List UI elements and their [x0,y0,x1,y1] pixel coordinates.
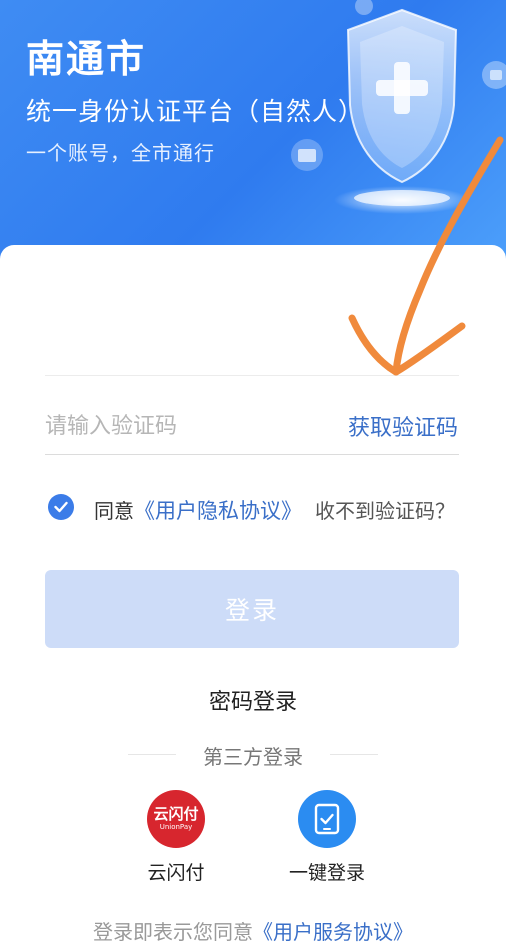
footer-prefix: 登录即表示您同意 [93,920,253,944]
one-click-login-label: 一键登录 [288,862,365,884]
check-icon [54,501,68,513]
input-underline [45,454,459,455]
id-card-icon [291,139,323,171]
verification-code-input[interactable] [45,404,315,448]
phone-check-icon [298,790,356,848]
one-click-login-option[interactable]: 一键登录 [272,790,382,885]
header-banner: 南通市 统一身份认证平台（自然人） 一个账号，全市通行 [0,0,506,270]
divider [45,375,459,376]
agreement-text: 同意《用户隐私协议》 [94,495,302,525]
platform-title: 统一身份认证平台（自然人） [26,97,365,126]
no-code-link[interactable]: 收不到验证码？ [315,495,455,524]
shield-illustration [330,0,506,230]
phone-icon [314,803,340,835]
service-agreement-link[interactable]: 《用户服务协议》 [253,920,413,944]
third-party-title: 第三方登录 [203,745,303,769]
unionpay-icon: 云闪付 UnionPay [147,790,205,848]
shield-icon [334,0,506,214]
password-login-link[interactable]: 密码登录 [0,684,506,716]
unionpay-logo-sub: UnionPay [159,823,193,831]
get-code-button[interactable]: 获取验证码 [348,410,458,442]
login-button[interactable]: 登录 [45,570,459,648]
unionpay-logo-text: 云闪付 [153,805,199,823]
unionpay-login-option[interactable]: 云闪付 UnionPay 云闪付 [121,790,231,885]
city-title: 南通市 [26,37,147,81]
slogan: 一个账号，全市通行 [26,141,215,165]
agree-prefix: 同意 [94,499,134,523]
agree-checkbox[interactable] [48,494,74,520]
terms-footer: 登录即表示您同意《用户服务协议》 [0,916,506,945]
privacy-agreement-link[interactable]: 《用户隐私协议》 [134,499,302,523]
unionpay-label: 云闪付 [147,862,205,884]
